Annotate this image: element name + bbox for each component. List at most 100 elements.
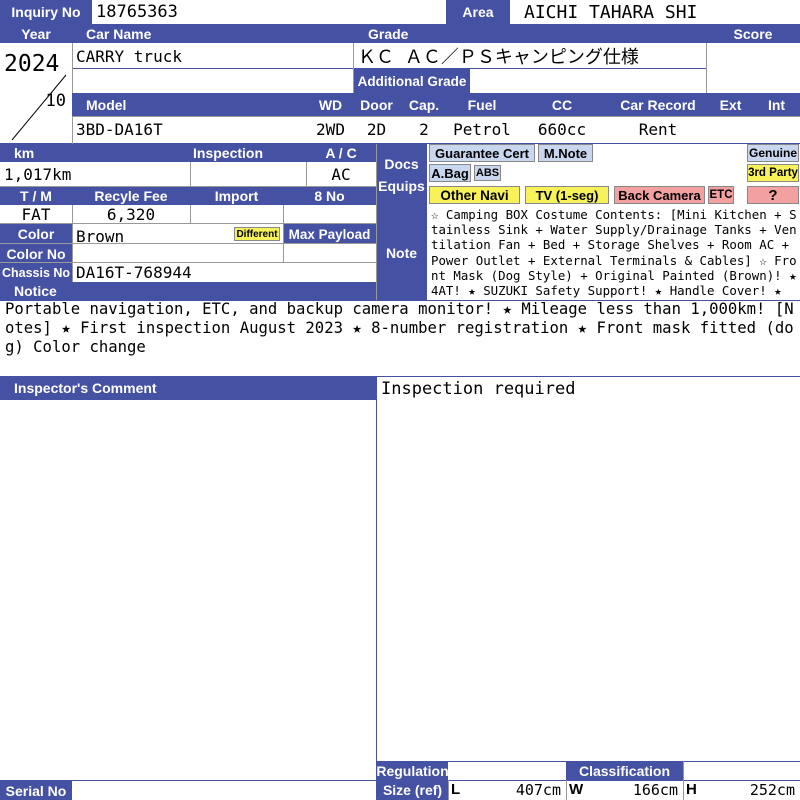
classification-value: [683, 762, 800, 780]
cc-label: CC: [516, 93, 608, 116]
door-label: Door: [353, 93, 400, 116]
size-l-label: L: [451, 781, 461, 798]
auction-sheet: Inquiry No 18765363 Area AICHI TAHARA SH…: [0, 0, 800, 800]
fuel-label: Fuel: [448, 93, 516, 116]
import-label: Import: [190, 187, 283, 205]
regulation-value: [448, 762, 566, 780]
area-label: Area: [446, 0, 510, 24]
size-ref-label: Size (ref): [377, 780, 448, 800]
size-w-label: W: [569, 781, 584, 798]
month-value: 10: [45, 91, 66, 111]
regulation-label: Regulation: [377, 762, 448, 780]
grid-line: [706, 43, 707, 93]
grid-line: [72, 68, 706, 69]
docs-equips-label: Docs Equips: [376, 144, 427, 206]
grid-line: [448, 780, 449, 800]
grid-line: [0, 24, 800, 25]
size-h-value: 252cm: [749, 781, 795, 799]
grid-line: [0, 243, 376, 244]
int-label: Int: [753, 93, 800, 116]
color-no-label: Color No: [0, 244, 72, 263]
color-label: Color: [0, 224, 72, 244]
tm-value: FAT: [21, 205, 51, 224]
grid-line: [306, 162, 307, 187]
tm-label: T / M: [0, 187, 72, 205]
a-bag-badge: A.Bag: [429, 164, 471, 182]
grid-line: [353, 43, 354, 93]
serial-no-value: [72, 781, 376, 800]
classification-label: Classification: [566, 762, 683, 780]
fuel-value: Petrol: [453, 120, 511, 139]
size-l-value: 407cm: [515, 781, 561, 799]
serial-no-label: Serial No: [0, 781, 72, 800]
grid-line: [0, 223, 376, 224]
ac-label: A / C: [306, 144, 376, 162]
max-payload-value: [283, 244, 376, 263]
ext-label: Ext: [708, 93, 753, 116]
color-no-value: [72, 244, 283, 263]
grid-line: [377, 761, 800, 762]
cc-value: 660cc: [537, 120, 587, 139]
additional-grade-value: [470, 69, 706, 93]
ext-value: [708, 116, 753, 143]
grid-line: [190, 205, 191, 224]
car-record-label: Car Record: [608, 93, 708, 116]
grid-line: [566, 780, 567, 800]
recycle-fee-value: 6,320: [106, 205, 156, 224]
year-value: 2024: [4, 51, 60, 77]
abs-badge: ABS: [474, 165, 501, 181]
inspection-value: [190, 162, 306, 187]
grid-line: [190, 162, 191, 187]
door-value: 2D: [366, 120, 387, 139]
inspector-comment-left: [0, 400, 376, 762]
cap-value: 2: [419, 120, 429, 139]
third-party-badge: 3rd Party: [747, 164, 799, 182]
recycle-fee-label: Recyle Fee: [72, 187, 190, 205]
back-camera-badge: Back Camera: [614, 186, 705, 204]
equips-label: Equips: [378, 178, 425, 194]
year-cell: 2024 10: [0, 43, 72, 144]
model-value: 3BD-DA16T: [76, 120, 163, 139]
grid-line: [72, 43, 73, 93]
notice-label: Notice: [0, 282, 376, 300]
guarantee-cert-badge: Guarantee Cert: [429, 144, 535, 162]
notice-value: Portable navigation, ETC, and backup cam…: [5, 300, 794, 356]
chassis-no-value: DA16T-768944: [76, 263, 192, 282]
grid-line: [72, 116, 73, 144]
grid-line: [376, 376, 377, 800]
car-name-label: Car Name: [72, 24, 354, 43]
score-label: Score: [706, 24, 800, 43]
max-payload-label: Max Payload: [283, 224, 376, 244]
genuine-badge: Genuine: [747, 144, 799, 162]
grid-line: [0, 376, 800, 377]
size-l: L 407cm: [448, 780, 566, 800]
grid-line: [0, 780, 800, 781]
grade-value: ＫＣ ＡＣ／ＰＳキャンピング仕様: [358, 47, 639, 68]
grid-line: [683, 761, 684, 800]
inquiry-no-label: Inquiry No: [0, 0, 92, 24]
grid-line: [0, 262, 376, 263]
inspector-comment-right: Inspection required: [381, 379, 576, 399]
other-navi-badge: Other Navi: [429, 186, 520, 204]
area-value: AICHI TAHARA SHI: [524, 1, 698, 23]
size-h-label: H: [686, 781, 697, 798]
8-no-label: 8 No: [283, 187, 376, 205]
size-w: W 166cm: [566, 780, 683, 800]
km-value: 1,017km: [4, 165, 72, 184]
color-different-badge: Different: [234, 227, 280, 241]
question-badge: ?: [747, 186, 799, 204]
inquiry-no-value: 18765363: [96, 2, 178, 22]
km-label: km: [0, 144, 190, 162]
size-h: H 252cm: [683, 780, 800, 800]
size-w-value: 166cm: [632, 781, 678, 799]
grid-line: [0, 143, 800, 144]
grid-line: [72, 116, 800, 117]
inspection-label: Inspection: [190, 144, 306, 162]
wd-value: 2WD: [316, 120, 345, 139]
model-label: Model: [72, 93, 308, 116]
tv-badge: TV (1-seg): [525, 186, 609, 204]
int-value: [753, 116, 800, 143]
car-record-value: Rent: [638, 120, 678, 139]
inspector-comment-label: Inspector's Comment: [0, 376, 376, 400]
docs-label: Docs: [384, 156, 419, 172]
